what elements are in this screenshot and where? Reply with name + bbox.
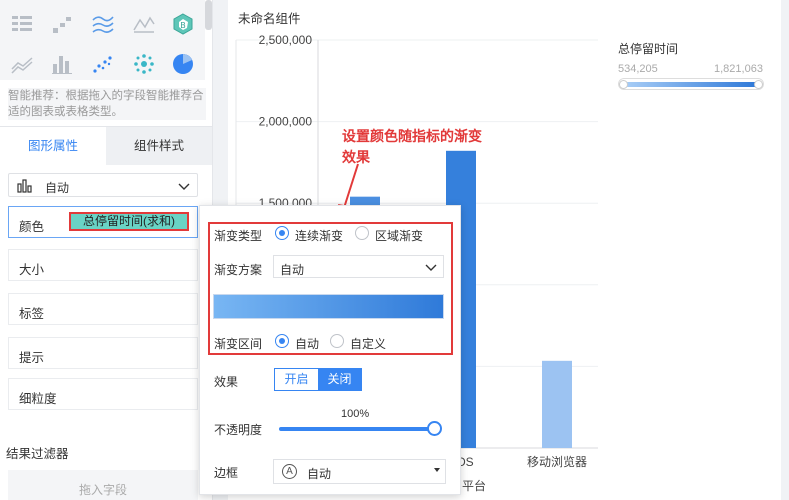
column-chart-icon	[17, 179, 32, 193]
left-panel: B 智能推荐：根据拖入的字段智能推荐合适的图表或表格类型。 图形属性 组件样式 …	[0, 0, 213, 500]
y-tick-label: 2,000,000	[259, 115, 313, 129]
border-value: 自动	[307, 467, 332, 481]
dot-cluster-icon[interactable]	[132, 52, 156, 76]
color-settings-popup: 渐变类型 连续渐变 区域渐变 渐变方案 自动 渐变区间 自动 自定义 效果 开启…	[199, 205, 461, 495]
option-continuous-gradient[interactable]: 连续渐变	[295, 227, 343, 244]
y-tick-label: 2,500,000	[259, 33, 313, 47]
tooltip-label: 提示	[19, 351, 45, 365]
option-range-auto[interactable]: 自动	[295, 335, 319, 352]
opacity-label: 不透明度	[214, 423, 263, 437]
effect-toggle[interactable]: 开启 关闭	[274, 368, 362, 391]
auto-a-icon: A	[282, 464, 297, 479]
component-title[interactable]: 未命名组件	[238, 8, 301, 27]
label-property-row[interactable]: 标签	[8, 293, 198, 325]
chart-type-select[interactable]: 自动	[8, 173, 198, 197]
chevron-down-icon	[425, 264, 437, 271]
property-tabs: 图形属性 组件样式	[0, 126, 212, 165]
radio-region-gradient[interactable]	[355, 226, 369, 240]
legend-title: 总停留时间	[618, 42, 679, 56]
scrollbar-thumb[interactable]	[205, 0, 212, 30]
tab-component-style[interactable]: 组件样式	[106, 127, 212, 165]
chart-type-value: 自动	[45, 181, 70, 195]
size-label: 大小	[19, 263, 45, 277]
area-line-icon[interactable]	[132, 12, 156, 36]
table-icon[interactable]	[10, 12, 34, 36]
gradient-scheme-select[interactable]: 自动	[273, 255, 444, 278]
granularity-label: 细粒度	[19, 392, 57, 406]
line-icon[interactable]	[91, 12, 115, 36]
column-icon[interactable]	[50, 52, 74, 76]
effect-on-button[interactable]: 开启	[275, 369, 318, 390]
option-region-gradient[interactable]: 区域渐变	[375, 227, 423, 244]
size-property-row[interactable]: 大小	[8, 249, 198, 281]
caret-down-icon	[434, 468, 440, 472]
tab-graphic-properties[interactable]: 图形属性	[0, 127, 106, 165]
chart-type-grid: B	[0, 0, 205, 80]
line-area-icon[interactable]	[10, 52, 34, 76]
legend-max-handle[interactable]	[754, 80, 763, 89]
gradient-range-label: 渐变区间	[214, 337, 263, 351]
result-filter-title: 结果过滤器	[6, 447, 69, 461]
color-label: 颜色	[19, 220, 45, 234]
label-label: 标签	[19, 307, 45, 321]
bar-icon[interactable]	[50, 12, 74, 36]
opacity-slider-track[interactable]	[279, 427, 435, 431]
svg-text:B: B	[180, 21, 186, 30]
gradient-type-label: 渐变类型	[214, 229, 263, 243]
scatter-icon[interactable]	[91, 52, 115, 76]
radio-range-custom[interactable]	[330, 334, 344, 348]
x-tick-label: 移动浏览器	[527, 454, 587, 469]
x-axis-label: 平台	[462, 478, 486, 493]
legend-gradient-slider[interactable]	[618, 78, 764, 90]
gradient-scheme-label: 渐变方案	[214, 263, 263, 277]
gradient-scheme-value: 自动	[280, 263, 305, 277]
border-label: 边框	[214, 466, 239, 480]
bar	[542, 360, 572, 448]
smart-recommend-hint: 智能推荐：根据拖入的字段智能推荐合适的图表或表格类型。	[8, 88, 206, 120]
radio-continuous-gradient[interactable]	[275, 226, 289, 240]
legend-min: 534,205	[618, 63, 658, 75]
radar-icon[interactable]: B	[171, 12, 195, 36]
color-field-chip[interactable]: 总停留时间(求和)	[69, 212, 189, 231]
radio-range-auto[interactable]	[275, 334, 289, 348]
tooltip-property-row[interactable]: 提示	[8, 337, 198, 369]
drop-field-zone[interactable]: 拖入字段	[8, 470, 198, 500]
legend-max: 1,821,063	[714, 63, 763, 75]
opacity-value: 100%	[341, 408, 370, 420]
pie-icon[interactable]	[171, 52, 195, 76]
opacity-slider-handle[interactable]	[427, 421, 442, 436]
granularity-property-row[interactable]: 细粒度	[8, 378, 198, 410]
chevron-down-icon	[178, 183, 190, 190]
border-select[interactable]: A 自动	[273, 459, 446, 484]
option-range-custom[interactable]: 自定义	[350, 335, 386, 352]
effect-off-button[interactable]: 关闭	[318, 369, 361, 390]
legend-gradient-fill	[625, 82, 757, 87]
effect-label: 效果	[214, 375, 239, 389]
gradient-preview[interactable]	[213, 294, 444, 319]
legend-min-handle[interactable]	[619, 80, 628, 89]
color-property-row[interactable]: 颜色 总停留时间(求和)	[8, 206, 198, 238]
